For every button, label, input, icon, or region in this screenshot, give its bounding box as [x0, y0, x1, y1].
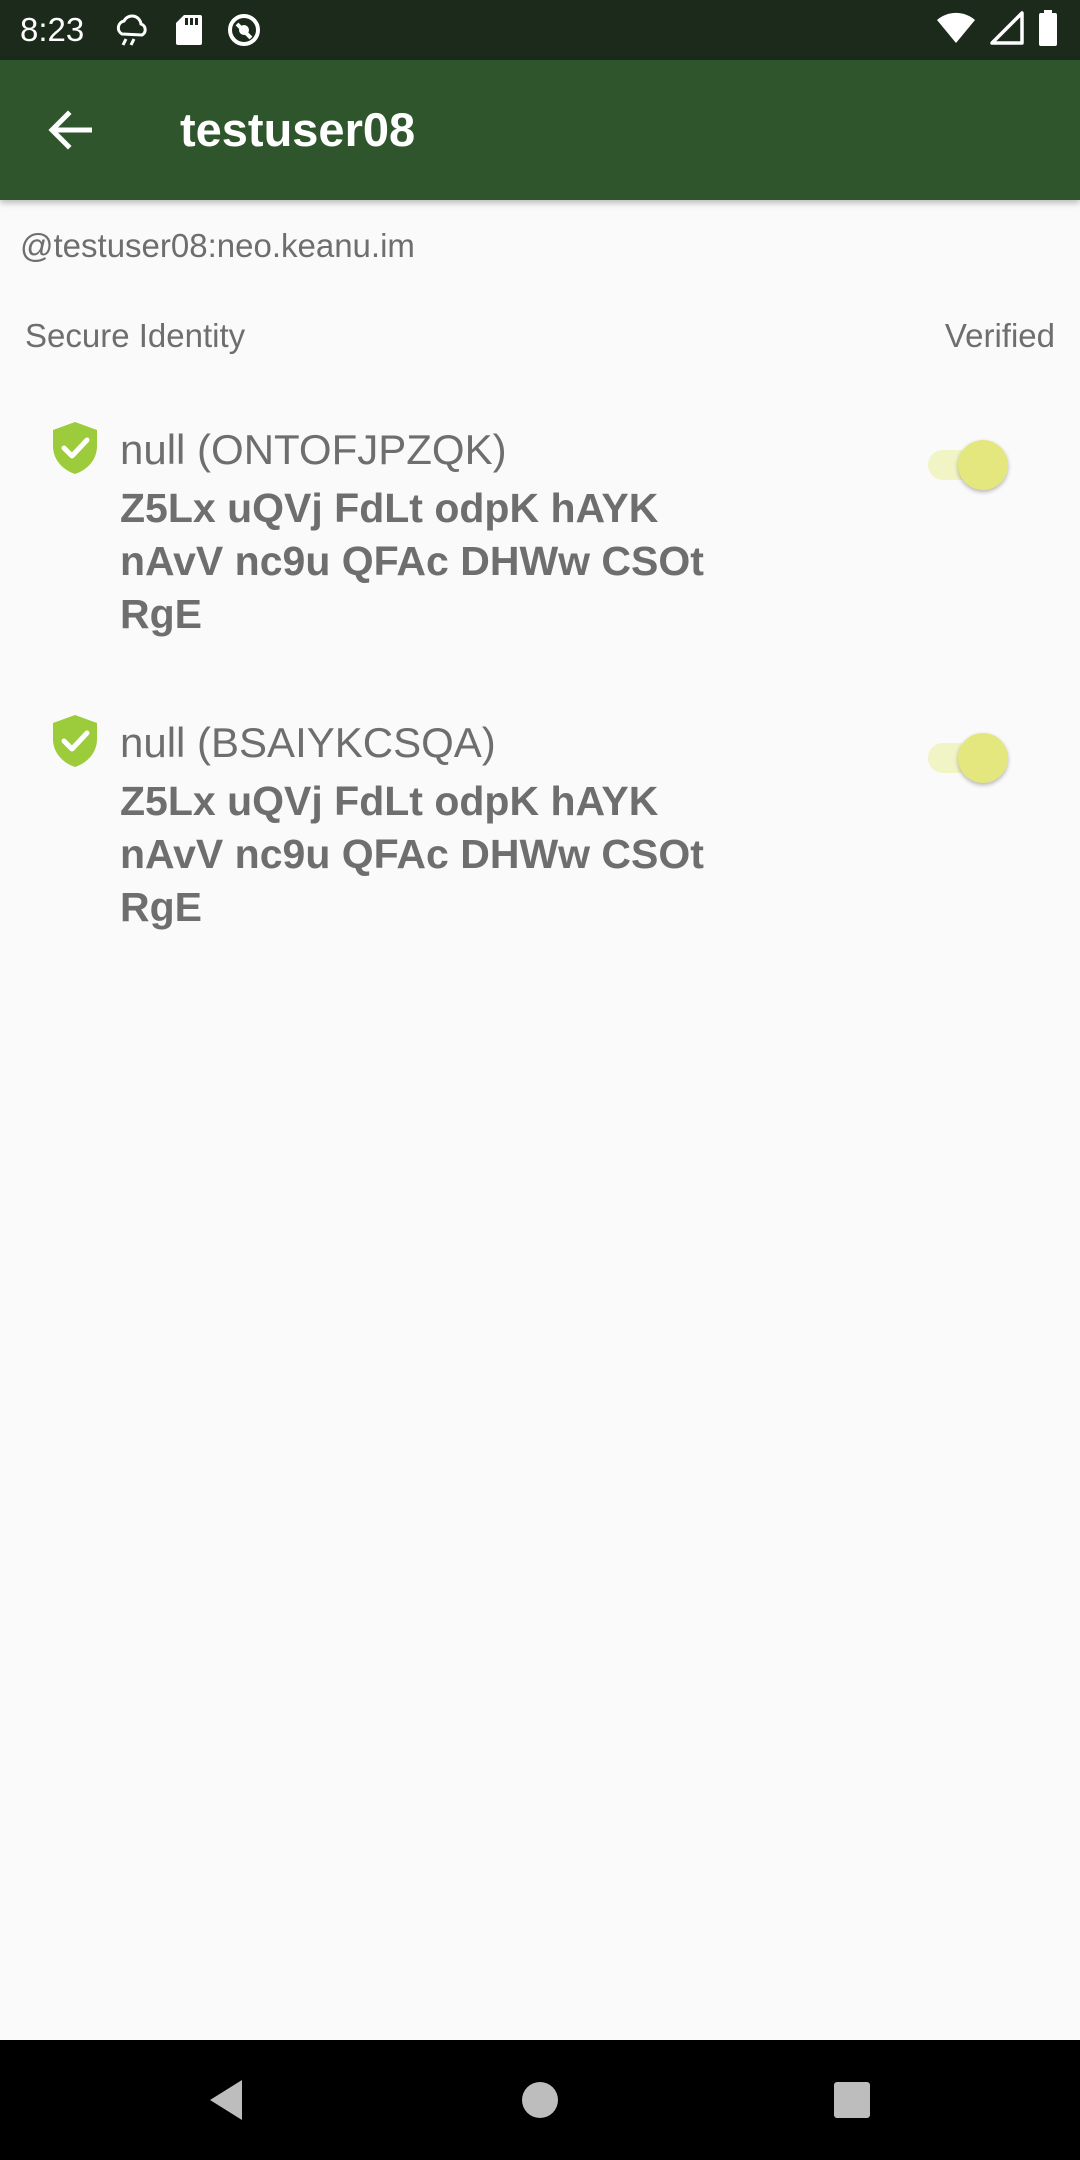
device-name: null (BSAIYKCSQA) [120, 719, 496, 766]
sd-card-icon [174, 13, 204, 52]
status-bar: 8:23 [0, 0, 1080, 60]
status-notification-icons [112, 12, 262, 53]
status-system-icons [936, 10, 1058, 51]
toggle-thumb [958, 733, 1008, 783]
device-name: null (ONTOFJPZQK) [120, 426, 507, 473]
signal-icon [990, 11, 1024, 50]
verified-toggle[interactable] [922, 436, 1012, 492]
shield-check-icon [53, 422, 97, 474]
battery-icon [1038, 10, 1058, 51]
nav-home-button[interactable] [504, 2064, 576, 2136]
back-button[interactable] [36, 96, 104, 164]
verified-toggle[interactable] [922, 729, 1012, 785]
sync-icon [226, 12, 262, 53]
recents-square-icon [834, 2082, 870, 2118]
wifi-icon [936, 11, 976, 50]
device-fingerprint: Z5Lx uQVj FdLt odpK hAYK nAvV nc9u QFAc … [120, 485, 704, 637]
page-title: testuser08 [180, 103, 416, 156]
shield-check-icon [53, 715, 97, 767]
user-matrix-id: @testuser08:neo.keanu.im [20, 227, 415, 264]
app-bar: testuser08 [0, 60, 1080, 200]
toggle-thumb [958, 440, 1008, 490]
status-time: 8:23 [20, 11, 85, 48]
nav-back-button[interactable] [190, 2064, 262, 2136]
device-list-item: null (ONTOFJPZQK) Z5Lx uQVj FdLt odpK hA… [0, 410, 1080, 680]
device-list-item: null (BSAIYKCSQA) Z5Lx uQVj FdLt odpK hA… [0, 703, 1080, 973]
device-verification-screen: 8:23 testuser08 @testuser08:neo.keanu.im… [0, 0, 1080, 2160]
nav-recents-button[interactable] [816, 2064, 888, 2136]
arrow-back-icon [48, 110, 92, 150]
weather-icon [112, 12, 152, 53]
home-circle-icon [522, 2082, 558, 2118]
device-fingerprint: Z5Lx uQVj FdLt odpK hAYK nAvV nc9u QFAc … [120, 778, 704, 930]
system-navigation-bar [0, 2040, 1080, 2160]
back-triangle-icon [210, 2080, 242, 2120]
secure-identity-header: Secure Identity [25, 317, 246, 354]
verified-header: Verified [944, 317, 1055, 354]
